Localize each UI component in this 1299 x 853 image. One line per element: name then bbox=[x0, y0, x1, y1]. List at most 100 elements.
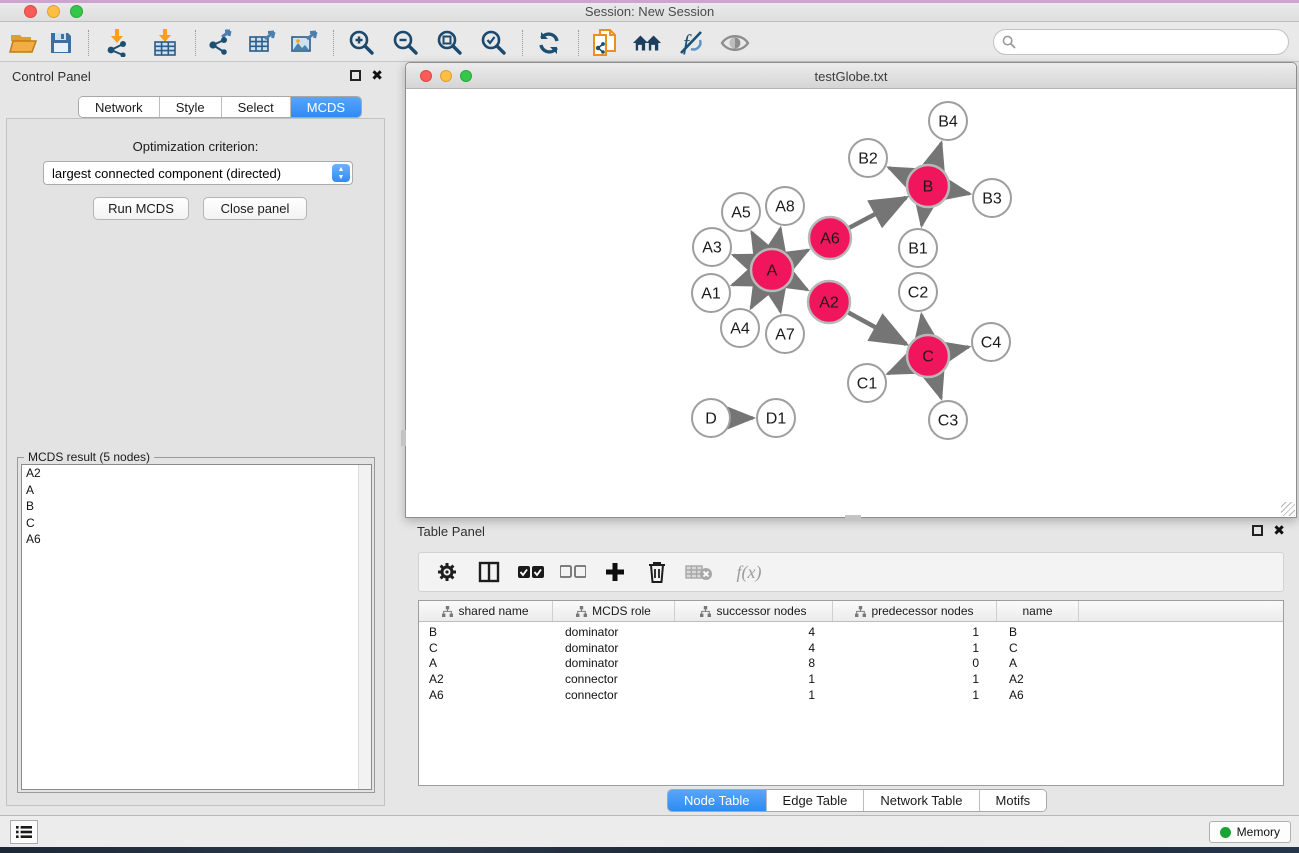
add-column-icon[interactable] bbox=[601, 559, 629, 585]
mcds-list-scrollbar[interactable] bbox=[358, 465, 371, 789]
tab-mcds[interactable]: MCDS bbox=[291, 97, 361, 117]
table-cell[interactable]: 4 bbox=[675, 640, 833, 656]
graph-edge-B-B4[interactable] bbox=[934, 143, 941, 165]
float-table-panel-icon[interactable] bbox=[1252, 525, 1263, 536]
table-row-B[interactable]: Bdominator41B bbox=[419, 624, 1283, 640]
graph-edge-C-C3[interactable] bbox=[935, 377, 942, 398]
column-header-MCDS-role[interactable]: MCDS role bbox=[553, 601, 675, 621]
hide-graphics-details-icon[interactable]: f bbox=[676, 28, 706, 58]
function-builder-icon[interactable]: f(x) bbox=[727, 559, 771, 585]
column-header-name[interactable]: name bbox=[997, 601, 1079, 621]
graph-edge-A-A4[interactable] bbox=[751, 289, 761, 308]
graph-edge-A-A3[interactable] bbox=[733, 255, 751, 262]
close-panel-button[interactable]: Close panel bbox=[203, 197, 307, 220]
table-cell[interactable]: dominator bbox=[553, 655, 675, 671]
mcds-result-item[interactable]: B bbox=[22, 498, 371, 515]
graph-edge-C-C1[interactable] bbox=[888, 365, 908, 374]
window-resize-grip[interactable] bbox=[1281, 502, 1295, 516]
refresh-view-icon[interactable] bbox=[534, 28, 564, 58]
graph-edge-A-A2[interactable] bbox=[791, 281, 807, 290]
table-cell[interactable]: A6 bbox=[419, 687, 553, 703]
eye-icon[interactable] bbox=[720, 28, 750, 58]
graph-edge-A2-C[interactable] bbox=[848, 313, 906, 344]
table-cell[interactable]: 8 bbox=[675, 655, 833, 671]
home-icon[interactable] bbox=[632, 28, 662, 58]
table-cell[interactable]: dominator bbox=[553, 640, 675, 656]
export-network-icon[interactable] bbox=[205, 28, 235, 58]
split-divider-handle-left[interactable] bbox=[401, 430, 406, 446]
network-window-titlebar[interactable]: testGlobe.txt bbox=[406, 63, 1296, 89]
tab-node-table[interactable]: Node Table bbox=[668, 790, 767, 811]
close-panel-icon[interactable]: ✖ bbox=[371, 70, 383, 81]
import-network-icon[interactable] bbox=[102, 28, 132, 58]
tab-style[interactable]: Style bbox=[160, 97, 222, 117]
table-cell[interactable]: C bbox=[419, 640, 553, 656]
graph-edge-A-A7[interactable] bbox=[776, 292, 780, 312]
mcds-result-item[interactable]: C bbox=[22, 515, 371, 532]
network-overview-icon[interactable] bbox=[590, 28, 620, 58]
zoom-in-icon[interactable] bbox=[346, 28, 376, 58]
table-cell[interactable]: 1 bbox=[833, 671, 997, 687]
settings-gear-icon[interactable] bbox=[433, 559, 461, 585]
graph-edge-B-B1[interactable] bbox=[922, 208, 925, 226]
tab-network-table[interactable]: Network Table bbox=[864, 790, 979, 811]
table-cell[interactable]: 0 bbox=[833, 655, 997, 671]
table-cell[interactable]: A6 bbox=[997, 687, 1079, 703]
tab-network[interactable]: Network bbox=[79, 97, 160, 117]
zoom-out-icon[interactable] bbox=[390, 28, 420, 58]
graph-edge-A-A1[interactable] bbox=[733, 278, 752, 285]
search-field[interactable] bbox=[993, 29, 1289, 55]
table-row-C[interactable]: Cdominator41C bbox=[419, 640, 1283, 656]
table-cell[interactable]: A bbox=[419, 655, 553, 671]
table-cell[interactable]: A2 bbox=[419, 671, 553, 687]
criterion-dropdown[interactable]: largest connected component (directed) ▲… bbox=[43, 161, 353, 185]
close-table-panel-icon[interactable]: ✖ bbox=[1273, 525, 1285, 536]
deselect-all-icon[interactable] bbox=[559, 559, 587, 585]
mcds-result-item[interactable]: A bbox=[22, 482, 371, 499]
graph-edge-B-B2[interactable] bbox=[889, 168, 908, 177]
graph-edge-C-C4[interactable] bbox=[949, 347, 968, 351]
search-input[interactable] bbox=[1020, 35, 1288, 49]
table-cell[interactable]: 1 bbox=[675, 687, 833, 703]
graph-edge-A6-B[interactable] bbox=[849, 198, 905, 228]
tab-motifs[interactable]: Motifs bbox=[980, 790, 1047, 811]
table-cell[interactable]: 1 bbox=[675, 671, 833, 687]
column-header-shared-name[interactable]: shared name bbox=[419, 601, 553, 621]
graph-edge-A-A6[interactable] bbox=[791, 250, 808, 259]
table-cell[interactable]: 1 bbox=[833, 640, 997, 656]
run-mcds-button[interactable]: Run MCDS bbox=[93, 197, 189, 220]
table-row-A2[interactable]: A2connector11A2 bbox=[419, 671, 1283, 687]
zoom-selected-icon[interactable] bbox=[478, 28, 508, 58]
table-cell[interactable]: B bbox=[419, 624, 553, 640]
table-cell[interactable]: dominator bbox=[553, 624, 675, 640]
graph-edge-B-B3[interactable] bbox=[950, 190, 970, 194]
import-table-icon[interactable] bbox=[150, 28, 180, 58]
float-panel-icon[interactable] bbox=[350, 70, 361, 81]
tab-select[interactable]: Select bbox=[222, 97, 291, 117]
graph-edge-C-C2[interactable] bbox=[922, 315, 925, 335]
table-cell[interactable]: connector bbox=[553, 671, 675, 687]
export-table-icon[interactable] bbox=[247, 28, 277, 58]
memory-button[interactable]: Memory bbox=[1209, 821, 1291, 843]
table-row-A6[interactable]: A6connector11A6 bbox=[419, 687, 1283, 703]
table-cell[interactable]: A bbox=[997, 655, 1079, 671]
table-cell[interactable]: 1 bbox=[833, 624, 997, 640]
network-canvas[interactable]: B4B2BB3A5A8A6A3B1AA1C2A2A4A7C4CC1C3DD1 bbox=[407, 90, 1295, 517]
delete-column-icon[interactable] bbox=[643, 559, 671, 585]
export-image-icon[interactable] bbox=[289, 28, 319, 58]
table-cell[interactable]: 1 bbox=[833, 687, 997, 703]
table-row-A[interactable]: Adominator80A bbox=[419, 655, 1283, 671]
task-history-button[interactable] bbox=[10, 820, 38, 844]
delete-table-icon[interactable] bbox=[685, 559, 713, 585]
column-header-successor-nodes[interactable]: successor nodes bbox=[675, 601, 833, 621]
open-session-icon[interactable] bbox=[8, 28, 38, 58]
show-column-icon[interactable] bbox=[475, 559, 503, 585]
mcds-result-item[interactable]: A2 bbox=[22, 465, 371, 482]
table-cell[interactable]: C bbox=[997, 640, 1079, 656]
mcds-result-item[interactable]: A6 bbox=[22, 531, 371, 548]
save-session-icon[interactable] bbox=[46, 28, 76, 58]
select-all-check-icon[interactable] bbox=[517, 559, 545, 585]
table-cell[interactable]: connector bbox=[553, 687, 675, 703]
zoom-fit-icon[interactable] bbox=[434, 28, 464, 58]
table-cell[interactable]: 4 bbox=[675, 624, 833, 640]
